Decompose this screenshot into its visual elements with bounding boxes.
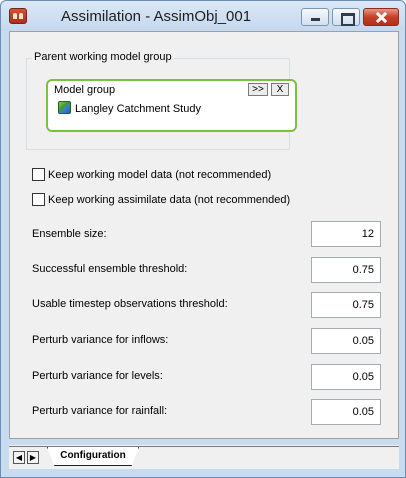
usable-threshold-label: Usable timestep observations threshold: — [32, 298, 228, 310]
model-group-item[interactable]: Langley Catchment Study — [58, 101, 201, 115]
assimilation-window: Assimilation - AssimObj_001 Parent worki… — [0, 0, 406, 478]
success-threshold-label: Successful ensemble threshold: — [32, 263, 188, 275]
perturb-levels-label: Perturb variance for levels: — [32, 370, 163, 382]
usable-threshold-input[interactable] — [311, 292, 381, 318]
keep-assimilate-option[interactable]: Keep working assimilate data (not recomm… — [32, 193, 290, 207]
perturb-rainfall-label: Perturb variance for rainfall: — [32, 405, 168, 417]
ensemble-size-input[interactable] — [311, 221, 381, 247]
parent-group-label: Parent working model group — [32, 51, 174, 63]
title-bar[interactable]: Assimilation - AssimObj_001 — [1, 1, 405, 31]
maximize-button[interactable] — [332, 8, 360, 26]
client-area: Parent working model group Model group >… — [9, 31, 399, 439]
clear-model-group-button[interactable]: X — [271, 83, 289, 96]
keep-model-label: Keep working model data (not recommended… — [48, 169, 272, 181]
tab-scroll-right-button[interactable]: ▶ — [27, 451, 39, 464]
perturb-rainfall-input[interactable] — [311, 399, 381, 425]
perturb-inflows-label: Perturb variance for inflows: — [32, 334, 169, 346]
tab-strip: ◀ ▶ Configuration — [9, 445, 399, 469]
ensemble-size-label: Ensemble size: — [32, 228, 107, 240]
perturb-levels-input[interactable] — [311, 364, 381, 390]
model-group-icon — [58, 101, 71, 114]
tab-divider — [9, 446, 399, 447]
model-group-label: Model group — [54, 84, 116, 96]
tab-scroll-left-button[interactable]: ◀ — [13, 451, 25, 464]
keep-assimilate-label: Keep working assimilate data (not recomm… — [48, 194, 291, 206]
tab-configuration[interactable]: Configuration — [47, 447, 139, 466]
open-model-group-button[interactable]: >> — [248, 83, 268, 96]
model-group-panel: Model group >> X Langley Catchment Study — [46, 79, 297, 132]
model-group-item-label: Langley Catchment Study — [75, 103, 201, 115]
success-threshold-input[interactable] — [311, 257, 381, 283]
keep-assimilate-checkbox[interactable] — [32, 193, 45, 206]
window-title: Assimilation - AssimObj_001 — [61, 8, 252, 25]
close-button[interactable] — [363, 8, 399, 26]
keep-model-checkbox[interactable] — [32, 168, 45, 181]
perturb-inflows-input[interactable] — [311, 328, 381, 354]
app-icon[interactable] — [9, 8, 27, 24]
minimize-button[interactable] — [301, 8, 329, 26]
keep-model-option[interactable]: Keep working model data (not recommended… — [32, 168, 271, 182]
